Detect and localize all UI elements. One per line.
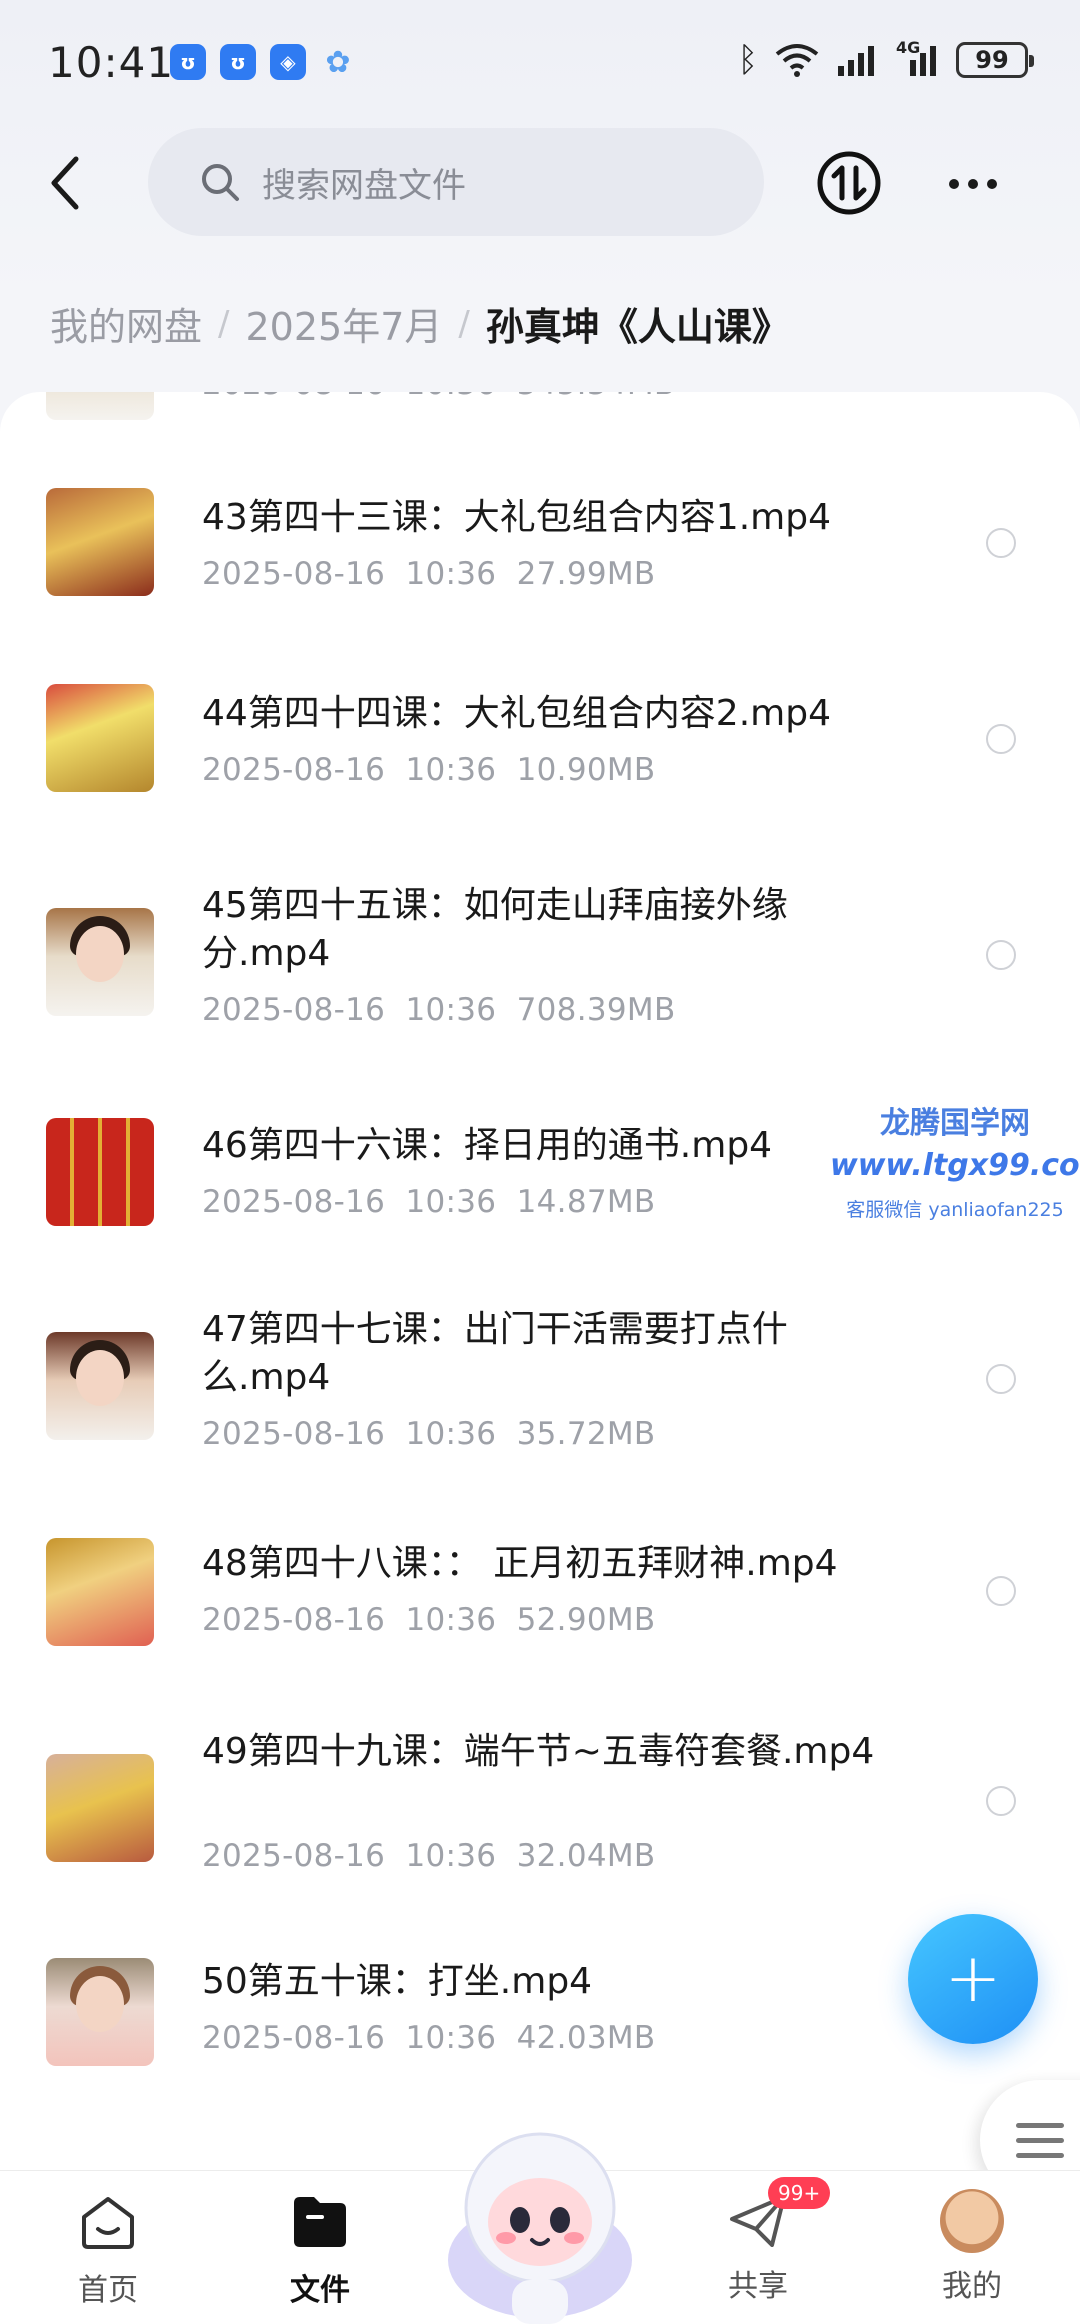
video-thumbnail [46, 1538, 154, 1646]
breadcrumb: 我的网盘 / 2025年7月 / 孙真坤《人山课》 [50, 296, 790, 351]
nav-mine-label: 我的 [942, 2269, 1002, 2304]
file-name: 50第五十课：打坐.mp4 [202, 1961, 593, 2002]
top-bar: 搜索网盘文件 [0, 128, 1080, 238]
video-thumbnail [46, 1118, 154, 1226]
file-row-partial[interactable]: 2025-08-16 10:36 345.34MB [0, 392, 1080, 432]
watermark: 龙腾国学网 www.ltgx99.com 客服微信 yanliaofan225 [830, 1098, 1080, 1222]
file-meta: 2025-08-16 10:36 345.34MB [202, 392, 676, 402]
breadcrumb-separator: / [218, 303, 230, 344]
file-meta: 2025-08-16 10:36 708.39MB [202, 992, 676, 1028]
file-meta: 2025-08-16 10:36 42.03MB [202, 2020, 656, 2056]
file-meta: 2025-08-16 10:36 35.72MB [202, 1416, 656, 1452]
search-bar[interactable]: 搜索网盘文件 [148, 128, 764, 236]
file-name: 44第四十四课：大礼包组合内容2.mp4 [202, 693, 831, 734]
cloud-app-icon: ✿ [325, 44, 351, 80]
watermark-url: www.ltgx99.com [830, 1148, 1080, 1183]
file-row[interactable]: 44第四十四课：大礼包组合内容2.mp4 2025-08-16 10:36 10… [0, 668, 1080, 848]
app-notification-icon: ◈ [270, 44, 306, 80]
search-placeholder: 搜索网盘文件 [262, 165, 466, 206]
dot-icon [949, 179, 959, 189]
transfer-icon[interactable] [816, 150, 882, 216]
watermark-contact: 客服微信 yanliaofan225 [846, 1199, 1064, 1221]
breadcrumb-separator: / [458, 303, 470, 344]
plus-icon: + [944, 1939, 1002, 2018]
video-thumbnail [46, 1332, 154, 1440]
status-bar: 10:41 ʊ ʊ ◈ ✿ ᛒ 4G 99 [0, 0, 1080, 120]
assistant-mascot-icon[interactable] [432, 2110, 648, 2324]
watermark-title: 龙腾国学网 [880, 1106, 1030, 1141]
video-thumbnail [46, 684, 154, 792]
more-options-button[interactable] [940, 156, 1006, 212]
status-time: 10:41 [48, 38, 175, 87]
signal-icon [836, 44, 880, 76]
file-row[interactable]: 48第四十八课：： 正月初五拜财神.mp4 2025-08-16 10:36 5… [0, 1532, 1080, 1712]
select-radio[interactable] [986, 724, 1016, 754]
folder-icon [294, 2197, 346, 2247]
nav-home[interactable]: 首页 [38, 2189, 178, 2309]
add-button[interactable]: + [908, 1914, 1038, 2044]
search-icon [202, 164, 239, 201]
menu-line-icon [1016, 2137, 1064, 2143]
file-name: 43第四十三课：大礼包组合内容1.mp4 [202, 497, 831, 538]
dot-icon [987, 179, 997, 189]
file-meta: 2025-08-16 10:36 32.04MB [202, 1838, 656, 1874]
video-thumbnail [46, 1754, 154, 1862]
video-thumbnail [46, 1958, 154, 2066]
select-radio[interactable] [986, 1576, 1016, 1606]
video-thumbnail [46, 392, 154, 420]
file-meta: 2025-08-16 10:36 14.87MB [202, 1184, 656, 1220]
nav-files[interactable]: 文件 [250, 2189, 390, 2309]
share-badge: 99+ [768, 2177, 831, 2209]
file-row[interactable]: 45第四十五课：如何走山拜庙接外缘分.mp4 2025-08-16 10:36 … [0, 882, 1080, 1082]
breadcrumb-folder[interactable]: 2025年7月 [245, 296, 442, 351]
file-list: 2025-08-16 10:36 345.34MB 43第四十三课：大礼包组合内… [0, 392, 1080, 2172]
app-screen: 10:41 ʊ ʊ ◈ ✿ ᛒ 4G 99 搜索网盘文件 我的网盘 / 2025… [0, 0, 1080, 2324]
select-radio[interactable] [986, 528, 1016, 558]
app-notification-icon: ʊ [170, 44, 206, 80]
back-button[interactable] [36, 148, 96, 218]
nav-share-label: 共享 [728, 2269, 788, 2304]
breadcrumb-current: 孙真坤《人山课》 [485, 305, 790, 349]
bluetooth-icon: ᛒ [737, 40, 758, 80]
file-name: 49第四十九课：端午节~五毒符套餐.mp4 [202, 1731, 875, 1772]
video-thumbnail [46, 488, 154, 596]
dot-icon [968, 179, 978, 189]
avatar [940, 2189, 1004, 2253]
select-radio[interactable] [986, 1364, 1016, 1394]
wifi-icon [774, 42, 820, 78]
select-radio[interactable] [986, 940, 1016, 970]
signal-4g-icon: 4G [896, 38, 940, 76]
file-row[interactable]: 43第四十三课：大礼包组合内容1.mp4 2025-08-16 10:36 27… [0, 472, 1080, 652]
menu-line-icon [1016, 2152, 1064, 2158]
file-name: 47第四十七课：出门干活需要打点什么.mp4 [202, 1309, 788, 1398]
home-icon [82, 2197, 134, 2249]
file-meta: 2025-08-16 10:36 52.90MB [202, 1602, 656, 1638]
file-row[interactable]: 49第四十九课：端午节~五毒符套餐.mp4 2025-08-16 10:36 3… [0, 1728, 1080, 1928]
notification-icons: ʊ ʊ ◈ ✿ [170, 44, 356, 80]
nav-files-label: 文件 [290, 2273, 350, 2308]
nav-share[interactable]: 99+ 共享 [688, 2177, 831, 2305]
file-name: 46第四十六课：择日用的通书.mp4 [202, 1125, 773, 1166]
file-name: 45第四十五课：如何走山拜庙接外缘分.mp4 [202, 885, 788, 974]
chevron-left-icon [51, 156, 79, 210]
file-meta: 2025-08-16 10:36 10.90MB [202, 752, 656, 788]
file-row[interactable]: 47第四十七课：出门干活需要打点什么.mp4 2025-08-16 10:36 … [0, 1306, 1080, 1506]
menu-line-icon [1016, 2122, 1064, 2128]
video-thumbnail [46, 908, 154, 1016]
breadcrumb-root[interactable]: 我的网盘 [50, 296, 202, 351]
nav-home-label: 首页 [78, 2273, 138, 2308]
nav-mine[interactable]: 我的 [902, 2189, 1042, 2305]
select-radio[interactable] [986, 1786, 1016, 1816]
status-indicators: ᛒ 4G 99 [737, 38, 1034, 80]
file-name: 48第四十八课：： 正月初五拜财神.mp4 [202, 1543, 838, 1584]
app-notification-icon: ʊ [220, 44, 256, 80]
file-meta: 2025-08-16 10:36 27.99MB [202, 556, 656, 592]
battery-icon: 99 [956, 42, 1034, 78]
